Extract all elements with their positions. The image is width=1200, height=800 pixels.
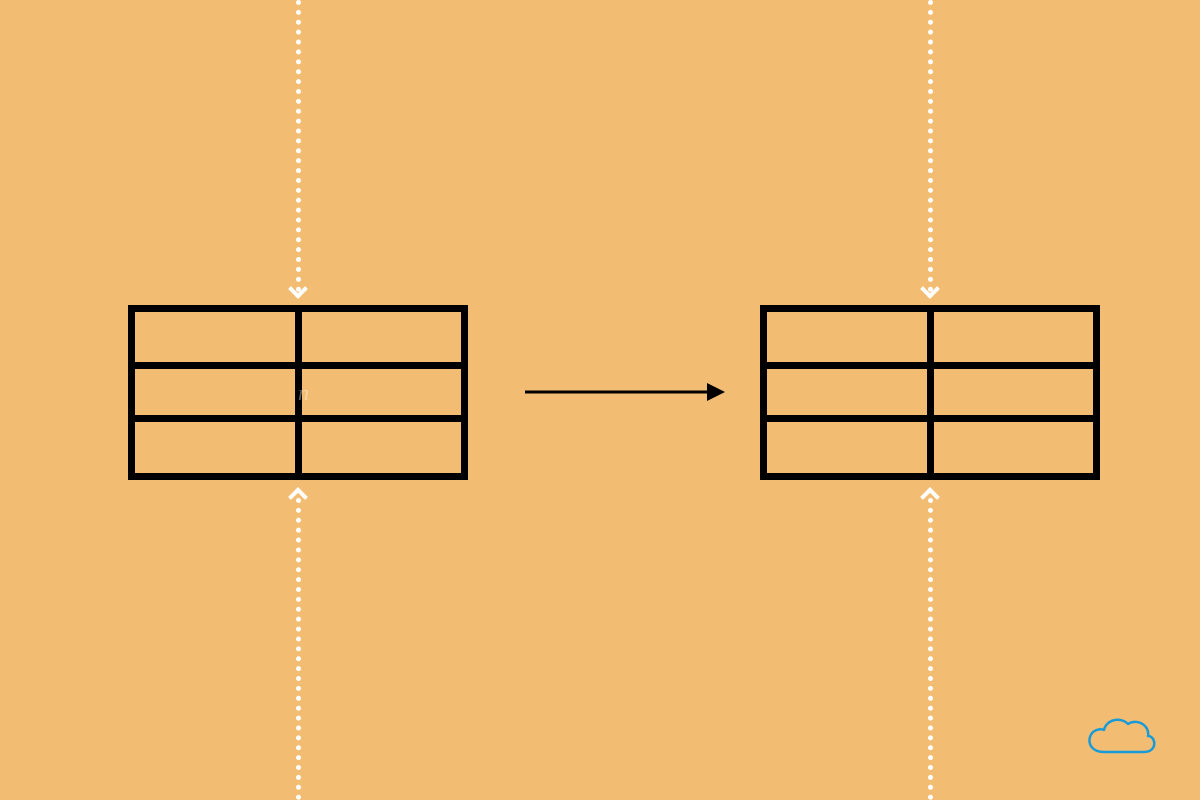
- arrow-line: [525, 391, 713, 394]
- diagram-canvas: n: [0, 0, 1200, 800]
- grid-right-row-divider-1: [767, 362, 1093, 369]
- guide-left-bottom: [296, 498, 301, 800]
- guide-right-top: [928, 0, 933, 292]
- arrow-right-icon: [707, 383, 725, 401]
- grid-left: [128, 305, 468, 480]
- chevron-up-icon: [920, 487, 940, 507]
- grid-left-row-divider-1: [135, 362, 461, 369]
- grid-right-row-divider-2: [767, 415, 1093, 422]
- chevron-up-icon: [288, 487, 308, 507]
- chevron-down-icon: [920, 279, 940, 299]
- chevron-down-icon: [288, 279, 308, 299]
- arrow-right: [525, 390, 725, 394]
- grid-right: [760, 305, 1100, 480]
- guide-left-top: [296, 0, 301, 292]
- guide-right-bottom: [928, 498, 933, 800]
- cloud-icon: [1082, 712, 1160, 760]
- grid-left-row-divider-2: [135, 415, 461, 422]
